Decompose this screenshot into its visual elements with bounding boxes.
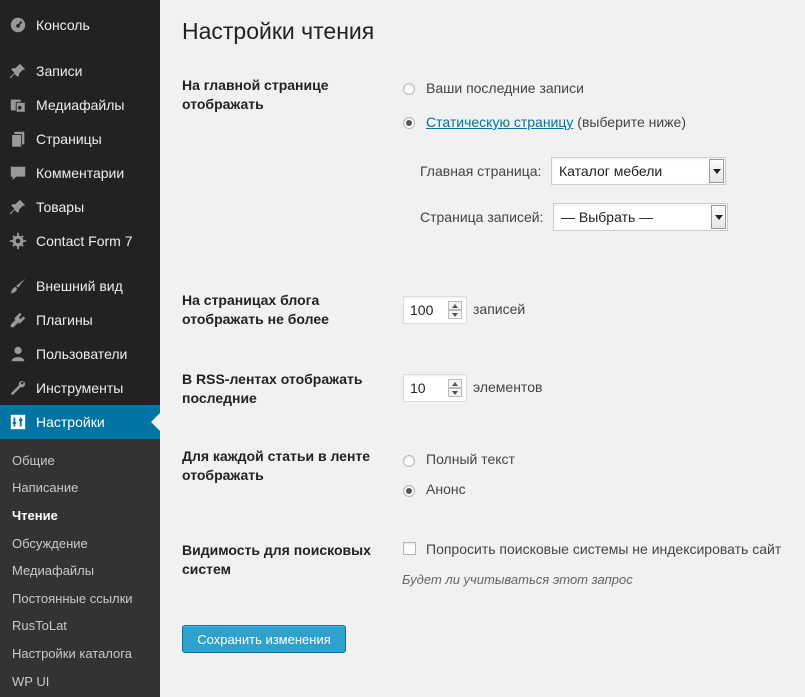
menu-item-label: Медиафайлы <box>36 97 125 113</box>
submenu-reading[interactable]: Чтение <box>12 508 58 523</box>
menu-item-users[interactable]: Пользователи <box>0 337 160 371</box>
settings-submenu: Общие Написание Чтение Обсуждение Медиаф… <box>0 439 160 697</box>
spin-down-icon[interactable] <box>448 310 462 319</box>
submenu-media[interactable]: Медиафайлы <box>12 563 94 578</box>
menu-item-contact-form[interactable]: Contact Form 7 <box>0 224 160 258</box>
discourage-search-checkbox[interactable] <box>403 542 416 555</box>
pin-icon <box>8 61 28 81</box>
static-page-radio[interactable] <box>403 117 415 129</box>
submenu-wp-ui[interactable]: WP UI <box>12 674 49 689</box>
menu-item-settings[interactable]: Настройки <box>0 405 160 439</box>
page-title: Настройки чтения <box>182 18 375 44</box>
full-text-label[interactable]: Полный текст <box>426 451 515 467</box>
home-page-label: Главная страница: <box>420 163 542 179</box>
menu-item-label: Пользователи <box>36 346 128 362</box>
pin-icon <box>8 197 28 217</box>
settings-icon <box>8 412 28 432</box>
posts-page-select-value: — Выбрать — <box>561 209 654 225</box>
menu-item-plugins[interactable]: Плагины <box>0 303 160 337</box>
full-text-radio[interactable] <box>403 455 415 467</box>
menu-item-label: Плагины <box>36 312 93 328</box>
menu-item-label: Внешний вид <box>36 278 123 294</box>
rss-count-unit: элементов <box>473 379 543 395</box>
menu-item-label: Комментарии <box>36 165 125 181</box>
posts-page-label: Страница записей: <box>420 209 544 225</box>
spin-up-icon[interactable] <box>448 301 462 310</box>
chevron-down-icon <box>711 205 726 229</box>
rss-count-value: 10 <box>410 380 426 396</box>
latest-posts-label[interactable]: Ваши последние записи <box>426 80 584 96</box>
menu-item-label: Записи <box>36 63 83 79</box>
menu-item-label: Страницы <box>36 131 102 147</box>
feed-display-label: Для каждой статьи в ленте отображать <box>182 448 371 483</box>
posts-per-page-input[interactable]: 100 <box>403 296 467 324</box>
media-icon <box>8 95 28 115</box>
gear-icon <box>8 231 28 251</box>
search-visibility-label: Видимость для поисковых систем <box>182 542 371 577</box>
rss-count-input[interactable]: 10 <box>403 374 467 402</box>
menu-item-media[interactable]: Медиафайлы <box>0 88 160 122</box>
posts-per-page-label: На страницах блога отображать не более <box>182 292 329 327</box>
discourage-search-label[interactable]: Попросить поисковые системы не индексиро… <box>426 541 781 557</box>
summary-label[interactable]: Анонс <box>426 481 466 497</box>
menu-item-label: Консоль <box>36 17 90 33</box>
comments-icon <box>8 163 28 183</box>
submenu-rustolat[interactable]: RusToLat <box>12 618 67 633</box>
menu-item-posts[interactable]: Записи <box>0 54 160 88</box>
admin-sidebar: Консоль Записи Медиафайлы Страницы Комме… <box>0 0 160 697</box>
submenu-general[interactable]: Общие <box>12 453 55 468</box>
posts-per-page-value: 100 <box>410 302 434 318</box>
user-icon <box>8 344 28 364</box>
posts-per-page-unit: записей <box>473 301 526 317</box>
menu-item-dashboard[interactable]: Консоль <box>0 8 160 42</box>
pages-icon <box>8 129 28 149</box>
submenu-writing[interactable]: Написание <box>12 480 78 495</box>
latest-posts-radio[interactable] <box>403 83 415 95</box>
menu-item-pages[interactable]: Страницы <box>0 122 160 156</box>
menu-item-comments[interactable]: Комментарии <box>0 156 160 190</box>
main-content: Настройки чтения На главной странице ото… <box>160 0 805 697</box>
number-spinner[interactable] <box>448 301 462 319</box>
home-page-select-value: Каталог мебели <box>559 163 663 179</box>
plugin-icon <box>8 310 28 330</box>
brush-icon <box>8 276 28 296</box>
number-spinner[interactable] <box>448 379 462 397</box>
summary-radio[interactable] <box>403 485 415 497</box>
rss-count-label: В RSS-лентах отображать последние <box>182 371 363 406</box>
save-changes-button[interactable]: Сохранить изменения <box>182 625 346 653</box>
spin-up-icon[interactable] <box>448 379 462 388</box>
static-page-link[interactable]: Статическую страницу <box>426 114 573 130</box>
submenu-catalog-settings[interactable]: Настройки каталога <box>12 646 132 661</box>
search-visibility-description: Будет ли учитываться этот запрос <box>402 572 633 587</box>
chevron-down-icon <box>709 159 724 183</box>
menu-item-label: Товары <box>36 199 85 215</box>
static-page-option: Статическую страницу (выберите ниже) <box>426 114 686 130</box>
static-page-hint: (выберите ниже) <box>573 114 686 130</box>
submenu-discussion[interactable]: Обсуждение <box>12 536 88 551</box>
spin-down-icon[interactable] <box>448 388 462 397</box>
home-page-select[interactable]: Каталог мебели <box>551 157 726 185</box>
wrench-icon <box>8 378 28 398</box>
menu-item-label: Инструменты <box>36 380 124 396</box>
menu-item-tools[interactable]: Инструменты <box>0 371 160 405</box>
front-page-label: На главной странице отображать <box>182 77 329 112</box>
menu-item-label: Contact Form 7 <box>36 233 133 249</box>
menu-item-products[interactable]: Товары <box>0 190 160 224</box>
posts-page-select[interactable]: — Выбрать — <box>553 203 728 231</box>
menu-item-appearance[interactable]: Внешний вид <box>0 269 160 303</box>
submenu-permalinks[interactable]: Постоянные ссылки <box>12 591 133 606</box>
dashboard-icon <box>8 15 28 35</box>
menu-item-label: Настройки <box>36 414 105 430</box>
